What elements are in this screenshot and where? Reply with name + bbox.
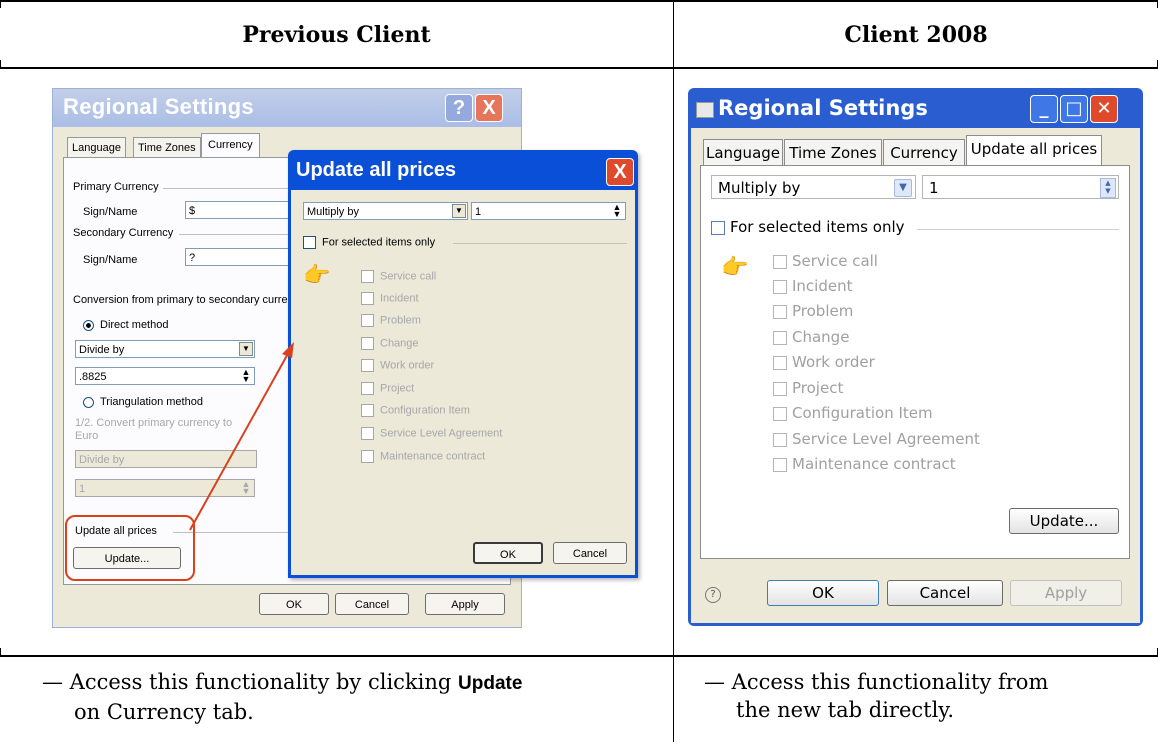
item-project: Project [773,379,843,397]
selected-only-label: For selected items only [730,218,905,236]
minimize-button[interactable]: _ [1030,95,1058,123]
factor-value: 1 [929,179,939,197]
column-divider [673,0,674,742]
column-heading-2008: Client 2008 [844,22,988,48]
checkbox-icon [711,220,725,235]
checkbox-icon [773,304,787,319]
item-label: Change [792,328,850,346]
tab-currency[interactable]: Currency [883,139,965,165]
note-previous: — Access this functionality by clicking … [42,668,662,726]
item-work-order: Work order [773,353,875,371]
note-2008-line1: — Access this functionality from [704,670,1049,694]
operation-select-value: Multiply by [718,179,801,197]
operation-select[interactable]: Multiply by ▼ [711,175,916,199]
checkbox-icon [773,406,787,421]
chevron-down-icon[interactable]: ▼ [894,179,912,197]
note-previous-line2: on Currency tab. [74,700,254,724]
item-label: Problem [792,302,854,320]
tab-time-zones[interactable]: Time Zones [784,139,882,165]
checkbox-icon [773,254,787,269]
cancel-button[interactable]: Cancel [887,580,1003,606]
modern-settings-window: Regional Settings _ □ ✕ Language Time Zo… [688,88,1143,626]
body-rule [0,655,1158,657]
note-previous-bold: Update [458,673,523,694]
arrow-head [282,342,294,358]
window-body: Language Time Zones Currency Update all … [691,128,1140,623]
item-maintenance-contract: Maintenance contract [773,455,956,473]
item-label: Configuration Item [792,404,933,422]
ok-button[interactable]: OK [767,580,879,606]
help-icon[interactable]: ? [705,587,721,603]
item-service-level-agreement: Service Level Agreement [773,430,980,448]
group-rule [917,229,1119,230]
tab-update-all-prices[interactable]: Update all prices [966,135,1102,165]
window-app-icon [696,102,714,118]
close-button[interactable]: ✕ [1090,95,1118,123]
item-label: Maintenance contract [792,455,956,473]
arrow-line [189,349,291,531]
note-2008-line2: the new tab directly. [736,698,955,722]
item-problem: Problem [773,302,853,320]
checkbox-icon [773,279,787,294]
item-configuration-item: Configuration Item [773,404,933,422]
item-incident: Incident [773,277,852,295]
spinner-icon[interactable]: ▲ ▼ [1100,178,1116,198]
item-label: Project [792,379,844,397]
tab-language[interactable]: Language [703,139,783,165]
item-label: Work order [792,353,875,371]
checkbox-icon [773,355,787,370]
note-previous-text: — Access this functionality by clicking [42,670,459,694]
checkbox-icon [773,381,787,396]
item-change: Change [773,328,849,346]
item-label: Service call [792,252,878,270]
update-button[interactable]: Update... [1009,508,1119,534]
item-label: Incident [792,277,853,295]
checkbox-icon [773,330,787,345]
annotation-arrow [189,342,294,531]
selected-only-checkbox[interactable]: For selected items only [711,218,905,236]
factor-input[interactable]: 1 ▲ ▼ [922,175,1119,199]
maximize-button[interactable]: □ [1060,95,1088,123]
window-title: Regional Settings [718,96,928,120]
checkbox-icon [773,432,787,447]
checkbox-icon [773,457,787,472]
note-2008: — Access this functionality from the new… [704,668,1144,724]
apply-button[interactable]: Apply [1010,580,1122,606]
item-label: Service Level Agreement [792,430,980,448]
item-service-call: Service call [773,252,878,270]
hand-pointer-icon: 👉 [721,255,749,280]
